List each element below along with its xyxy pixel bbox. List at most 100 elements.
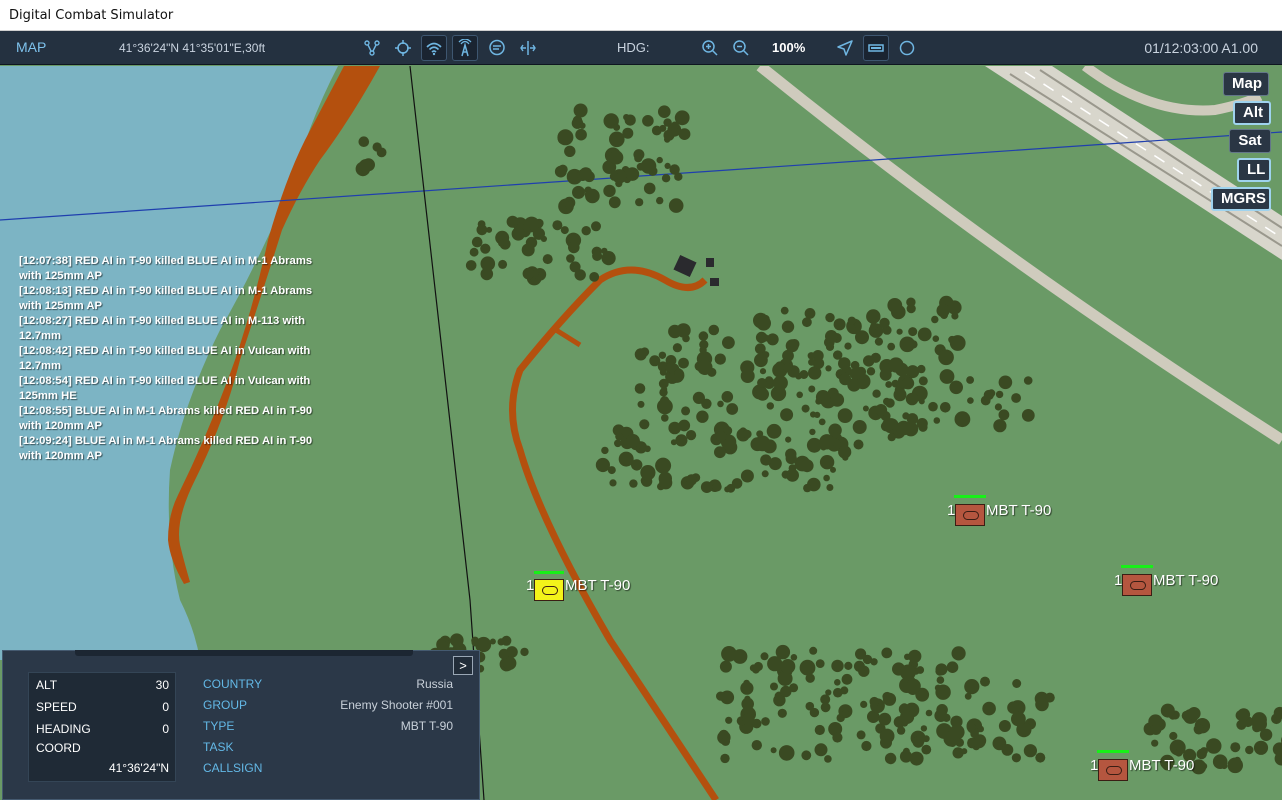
unit-health-bar (954, 495, 986, 498)
tree-patch (898, 703, 911, 715)
tree-patch (465, 260, 477, 271)
tree-patch (815, 398, 822, 405)
tree-patch (520, 647, 529, 657)
tree-patch (732, 649, 748, 664)
tree-patch (766, 402, 774, 410)
ll-button[interactable]: LL (1237, 158, 1271, 182)
tree-patch (833, 318, 846, 331)
tree-patch (933, 417, 941, 424)
tree-patch (808, 385, 816, 393)
tree-patch (938, 349, 954, 366)
tree-patch (917, 327, 932, 342)
tree-patch (943, 730, 960, 747)
mgrs-button[interactable]: MGRS (1211, 187, 1271, 211)
alt-button[interactable]: Alt (1233, 101, 1271, 125)
tree-patch (699, 346, 707, 354)
tree-patch (770, 682, 778, 691)
tree-patch (498, 259, 508, 269)
tree-patch (770, 747, 777, 754)
tree-patch (668, 421, 681, 435)
map-button[interactable]: Map (1223, 72, 1269, 96)
tree-patch (663, 129, 675, 141)
tree-patch (964, 679, 980, 695)
tree-patch (800, 459, 814, 473)
tree-patch (809, 707, 820, 718)
tree-patch (661, 174, 671, 183)
expand-panel-button[interactable]: > (453, 656, 473, 675)
tree-patch (934, 709, 948, 722)
event-log: [12:07:38] RED AI in T-90 killed BLUE AI… (19, 254, 334, 464)
zoom-in-icon[interactable] (697, 35, 723, 61)
radio-tower-icon[interactable] (452, 35, 478, 61)
tree-patch (863, 355, 875, 367)
tree-patch (874, 337, 884, 346)
tree-patch (755, 331, 768, 344)
toggle-bar-icon[interactable] (863, 35, 889, 61)
tree-patch (569, 261, 581, 273)
tree-patch (896, 328, 903, 335)
chat-icon[interactable] (484, 35, 510, 61)
tree-patch (949, 335, 966, 351)
tree-patch (609, 172, 619, 181)
tree-patch (1252, 716, 1267, 732)
log-message: [12:08:42] RED AI in T-90 killed BLUE AI… (19, 345, 311, 372)
panel-drag-handle[interactable] (75, 650, 413, 656)
alt-label: ALT (36, 678, 58, 692)
tree-patch (626, 434, 640, 448)
tree-patch (609, 150, 624, 165)
tree-patch (805, 673, 815, 683)
tree-patch (1023, 376, 1033, 385)
tree-patch (521, 243, 535, 257)
tree-patch (759, 368, 767, 375)
tree-patch (808, 358, 816, 366)
tree-patch (998, 375, 1013, 390)
tree-patch (908, 327, 918, 337)
tree-patch (659, 368, 667, 376)
tree-patch (785, 436, 792, 443)
tree-patch (644, 445, 651, 453)
tree-patch (1253, 740, 1269, 755)
tree-patch (801, 750, 812, 761)
unit-label: MBT T-90 (1129, 757, 1195, 774)
tree-patch (716, 691, 726, 701)
navigate-arrow-icon[interactable] (832, 35, 858, 61)
tree-patch (902, 377, 915, 390)
tree-patch (609, 479, 617, 487)
wifi-icon[interactable] (421, 35, 447, 61)
tree-patch (853, 439, 864, 450)
tree-patch (949, 380, 963, 395)
tree-patch (1035, 752, 1046, 763)
tree-patch (1206, 738, 1222, 754)
unit-label: MBT T-90 (1153, 572, 1219, 589)
tree-patch (629, 479, 638, 488)
tree-patch (664, 162, 671, 169)
tree-patch (742, 429, 752, 439)
tree-patch (856, 730, 866, 740)
tree-patch (1193, 724, 1205, 735)
tree-patch (643, 182, 656, 195)
tree-patch (773, 375, 788, 391)
tree-patch (1011, 711, 1026, 727)
tree-patch (837, 408, 853, 423)
tree-patch (869, 696, 880, 707)
route-icon[interactable] (359, 35, 385, 61)
split-icon[interactable] (515, 35, 541, 61)
tree-patch (560, 226, 569, 235)
tree-patch (1012, 679, 1022, 688)
tree-patch (657, 398, 673, 415)
tree-patch (783, 363, 793, 373)
target-crosshair-icon[interactable] (390, 35, 416, 61)
tree-patch (678, 357, 689, 369)
tree-patch (847, 316, 856, 325)
tree-patch (936, 676, 945, 684)
group-label: GROUP (203, 698, 248, 712)
tree-patch (799, 659, 816, 676)
circle-icon[interactable] (894, 35, 920, 61)
tree-patch (674, 110, 690, 126)
tree-patch (809, 428, 816, 436)
sat-button[interactable]: Sat (1229, 129, 1271, 153)
tree-patch (967, 397, 974, 404)
zoom-out-icon[interactable] (728, 35, 754, 61)
tree-patch (692, 391, 706, 404)
map-mode-label[interactable]: MAP (16, 39, 46, 55)
